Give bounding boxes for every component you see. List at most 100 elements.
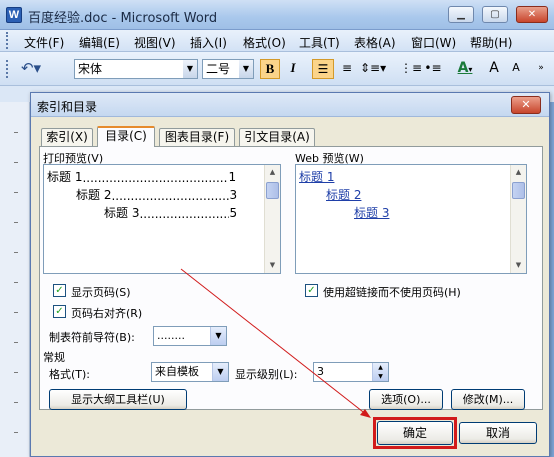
chevron-down-icon[interactable]: ▼ xyxy=(239,60,253,78)
page-number: 1 xyxy=(228,170,237,184)
tab-table-of-figures[interactable]: 图表目录(F) xyxy=(159,128,235,146)
align-left-icon[interactable]: ☰ xyxy=(312,59,334,79)
close-icon[interactable]: ✕ xyxy=(511,96,541,114)
modify-button[interactable]: 修改(M)... xyxy=(451,389,525,410)
print-preview-scrollbar[interactable]: ▲ ▼ xyxy=(264,165,280,273)
web-preview-scrollbar[interactable]: ▲ ▼ xyxy=(510,165,526,273)
dialog-titlebar: 索引和目录 ✕ xyxy=(31,93,549,117)
dot-leader: ........................................… xyxy=(111,189,230,203)
heading-text: 标题 1 xyxy=(47,170,83,184)
dot-leader: ........................................… xyxy=(139,207,229,221)
page-number: 3 xyxy=(229,188,238,202)
formats-label: 格式(T): xyxy=(49,368,91,381)
ruler-tick xyxy=(14,132,18,133)
use-hyperlinks-label: 使用超链接而不使用页码(H) xyxy=(323,286,461,299)
menu-edit[interactable]: 编辑(E) xyxy=(79,34,120,51)
dialog-title: 索引和目录 xyxy=(37,100,98,114)
page-number: 5 xyxy=(229,206,238,220)
toolbar-options-icon[interactable]: » xyxy=(534,59,548,79)
show-outline-toolbar-button[interactable]: 显示大纲工具栏(U) xyxy=(49,389,187,410)
font-name-combo[interactable]: 宋体 ▼ xyxy=(74,59,198,79)
show-page-numbers-checkbox[interactable]: ✓ xyxy=(53,284,66,297)
heading-text: 标题 3 xyxy=(104,206,140,220)
print-preview-line-3: 标题 3....................................… xyxy=(104,204,259,221)
align-center-icon[interactable]: ≡ xyxy=(338,59,356,79)
minimize-icon[interactable]: ▁ xyxy=(448,6,474,23)
ruler-tick xyxy=(14,312,18,313)
ruler-tick xyxy=(14,192,18,193)
vertical-ruler xyxy=(0,102,30,457)
scroll-thumb[interactable] xyxy=(512,182,525,199)
maximize-icon[interactable]: ▢ xyxy=(482,6,508,23)
font-color-letter: A xyxy=(457,60,469,76)
window-title: 百度经验.doc - Microsoft Word xyxy=(28,11,218,26)
spinner-arrows-icon[interactable]: ▲ ▼ xyxy=(372,363,388,381)
web-preview-link-2[interactable]: 标题 2 xyxy=(326,186,361,203)
print-preview-line-2: 标题 2....................................… xyxy=(76,186,259,203)
ruler-tick xyxy=(14,162,18,163)
menu-window[interactable]: 窗口(W) xyxy=(411,34,456,51)
use-hyperlinks-checkbox[interactable]: ✓ xyxy=(305,284,318,297)
print-preview-line-1: 标题 1....................................… xyxy=(47,168,259,185)
shrink-font-icon[interactable]: A xyxy=(508,59,524,79)
general-section-label: 常规 xyxy=(43,351,65,364)
ruler-tick xyxy=(14,402,18,403)
scroll-down-icon[interactable]: ▼ xyxy=(511,258,526,273)
menu-file[interactable]: 文件(F) xyxy=(24,34,64,51)
menu-bar: 文件(F) 编辑(E) 视图(V) 插入(I) 格式(O) 工具(T) 表格(A… xyxy=(0,30,554,52)
font-name-value: 宋体 xyxy=(78,62,103,76)
close-icon[interactable]: ✕ xyxy=(516,6,548,23)
show-page-numbers-label: 显示页码(S) xyxy=(71,286,131,299)
ruler-tick xyxy=(14,432,18,433)
window-titlebar: W 百度经验.doc - Microsoft Word ▁ ▢ ✕ xyxy=(0,0,554,30)
menu-help[interactable]: 帮助(H) xyxy=(470,34,512,51)
chevron-down-icon[interactable]: ▼ xyxy=(183,60,197,78)
word-doc-icon: W xyxy=(6,7,22,23)
ruler-tick xyxy=(14,342,18,343)
tab-table-of-authorities[interactable]: 引文目录(A) xyxy=(239,128,315,146)
chevron-down-icon[interactable]: ▼ xyxy=(212,363,228,381)
numbering-icon[interactable]: ⋮≡ xyxy=(400,59,422,79)
bold-button[interactable]: B xyxy=(260,59,280,79)
scroll-down-icon[interactable]: ▼ xyxy=(265,258,280,273)
heading-text: 标题 2 xyxy=(76,188,112,202)
menu-tools[interactable]: 工具(T) xyxy=(299,34,340,51)
right-align-page-numbers-checkbox[interactable]: ✓ xyxy=(53,305,66,318)
tab-index[interactable]: 索引(X) xyxy=(41,128,93,146)
formatting-toolbar: ↶▾ 宋体 ▼ 二号 ▼ B I ☰ ≡ ⇕≡▾ ⋮≡ •≡ A▾ A A » xyxy=(0,52,554,86)
italic-button[interactable]: I xyxy=(284,59,302,79)
cancel-button[interactable]: 取消 xyxy=(459,422,537,444)
toolbar-grip[interactable] xyxy=(6,32,9,49)
tab-leader-select[interactable]: ........ ▼ xyxy=(153,326,227,346)
show-levels-spinner[interactable]: 3 ▲ ▼ xyxy=(313,362,389,382)
scroll-up-icon[interactable]: ▲ xyxy=(265,165,280,180)
chevron-down-icon[interactable]: ▼ xyxy=(210,327,226,345)
grow-font-letter: A xyxy=(489,60,499,76)
menu-view[interactable]: 视图(V) xyxy=(134,34,176,51)
font-size-combo[interactable]: 二号 ▼ xyxy=(202,59,254,79)
ruler-tick xyxy=(14,222,18,223)
tab-leader-value: ........ xyxy=(157,329,185,342)
options-button[interactable]: 选项(O)... xyxy=(369,389,443,410)
menu-format[interactable]: 格式(O) xyxy=(243,34,286,51)
show-levels-label: 显示级别(L): xyxy=(235,368,298,381)
bullets-icon[interactable]: •≡ xyxy=(424,59,442,79)
ruler-tick xyxy=(14,372,18,373)
ok-button[interactable]: 确定 xyxy=(377,421,453,445)
tab-toc[interactable]: 目录(C) xyxy=(97,126,155,147)
font-color-button[interactable]: A▾ xyxy=(452,59,478,79)
scroll-up-icon[interactable]: ▲ xyxy=(511,165,526,180)
grow-font-icon[interactable]: A xyxy=(486,59,502,79)
undo-icon[interactable]: ↶▾ xyxy=(16,59,46,79)
menu-table[interactable]: 表格(A) xyxy=(354,34,396,51)
line-spacing-icon[interactable]: ⇕≡▾ xyxy=(360,59,386,79)
shrink-font-letter: A xyxy=(512,61,520,74)
menu-insert[interactable]: 插入(I) xyxy=(190,34,227,51)
scroll-thumb[interactable] xyxy=(266,182,279,199)
web-preview-link-3[interactable]: 标题 3 xyxy=(354,204,389,221)
formats-value: 来自模板 xyxy=(155,365,199,378)
right-align-page-numbers-label: 页码右对齐(R) xyxy=(71,307,143,320)
formats-select[interactable]: 来自模板 ▼ xyxy=(151,362,229,382)
toolbar-grip[interactable] xyxy=(6,60,9,78)
web-preview-link-1[interactable]: 标题 1 xyxy=(299,168,334,185)
